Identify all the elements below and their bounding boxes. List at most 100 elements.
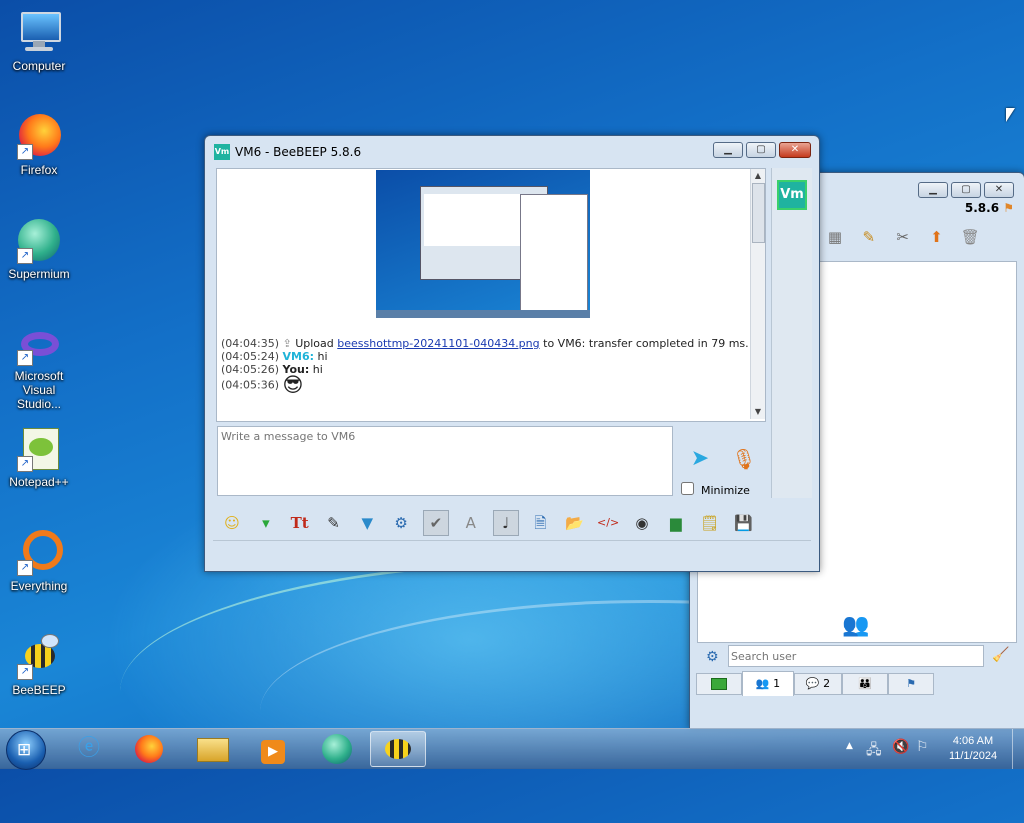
send-button[interactable]: ➤	[683, 444, 717, 474]
tray-volume-muted-icon[interactable]: 🔇	[892, 739, 909, 755]
users-tab-icon: 👥	[755, 677, 770, 690]
chat-maximize-button[interactable]: ▢	[746, 142, 776, 158]
tray-show-hidden-icon[interactable]: ▲	[846, 741, 853, 751]
tab-chats[interactable]: 💬 2	[794, 673, 842, 695]
desktop-icon-supermium[interactable]: ↗ Supermium	[0, 216, 78, 281]
message-upload: (04:04:35) ⇪ Upload beesshottmp-20241101…	[221, 337, 749, 350]
desktop-icon-computer[interactable]: Computer	[0, 8, 78, 73]
network-icon[interactable]: ▦	[823, 225, 847, 249]
main-toolbar: ▦ ✎ ✂ ⬆ 🗑	[820, 225, 1020, 255]
minimize-checkbox-label: Minimize	[701, 484, 750, 497]
taskbar-explorer[interactable]	[186, 731, 240, 767]
taskbar-internet-explorer[interactable]: ⓔ	[62, 731, 116, 767]
tab-groups[interactable]: 👪	[842, 673, 888, 695]
chat-minimize-button[interactable]: ▁	[713, 142, 743, 158]
upload-icon[interactable]: ⬆	[924, 225, 948, 249]
voice-message-button[interactable]: 🎙	[731, 444, 757, 474]
taskbar-beebeep[interactable]	[370, 731, 426, 767]
maximize-icon: ▢	[961, 184, 971, 195]
version-label: 5.8.6 ⚑	[964, 201, 1014, 215]
windows-logo-icon: ⊞	[17, 740, 32, 760]
taskbar-media-player[interactable]: ▶	[246, 731, 300, 767]
edit-profile-icon[interactable]: ✎	[857, 225, 881, 249]
scroll-down-icon[interactable]: ▼	[751, 405, 765, 419]
message-row: (04:05:36) 😎	[221, 372, 304, 397]
start-button[interactable]: ⊞	[6, 730, 46, 770]
tab-shares[interactable]: ⚑	[888, 673, 934, 695]
taskbar-firefox[interactable]	[122, 731, 176, 767]
screenshot-icon[interactable]: ◉	[630, 511, 654, 535]
desktop-icon-notepadpp[interactable]: ↗ Notepad++	[0, 424, 78, 489]
screenshot-thumbnail[interactable]	[376, 170, 590, 318]
trash-icon[interactable]: 🗑	[958, 225, 982, 249]
chat-window-icon: Vm	[214, 144, 230, 160]
minimize-checkbox[interactable]	[681, 482, 694, 495]
chats-tab-icon: 💬	[805, 677, 820, 690]
bee-icon: ↗	[15, 632, 63, 680]
sound-icon[interactable]: ♩	[492, 509, 519, 536]
message-area[interactable]: (04:04:35) ⇪ Upload beesshottmp-20241101…	[216, 168, 766, 422]
search-gear-icon[interactable]: ⚙	[706, 649, 719, 665]
desktop-icon-firefox[interactable]: ↗ Firefox	[0, 112, 78, 177]
tab-users[interactable]: 👥 1	[742, 671, 794, 696]
computer-icon	[15, 8, 63, 56]
scroll-thumb[interactable]	[752, 183, 765, 243]
font-icon[interactable]: Tt	[288, 511, 312, 535]
filter-icon[interactable]: ▼	[355, 511, 379, 535]
chat-tab-icon	[711, 678, 727, 690]
settings-icon[interactable]: ⚙	[389, 511, 413, 535]
chat-window[interactable]: Vm VM6 - BeeBEEP 5.8.6 ▁ ▢ ✕ (04:04:35) …	[204, 135, 820, 572]
scroll-up-icon[interactable]: ▲	[751, 169, 765, 183]
tools-icon[interactable]: ✂	[891, 225, 915, 249]
search-user-input[interactable]	[728, 645, 984, 667]
user-avatar[interactable]: Vm	[777, 180, 807, 210]
tray-network-icon[interactable]: 🖧	[866, 739, 882, 763]
autocomplete-icon[interactable]: A	[459, 511, 483, 535]
chat-toolbar: ☺ ▾ Tt ✎ ▼ ⚙ ✔ A ♩ 🗎 📂 </> ◉ ▆ 🗒 💾	[217, 506, 769, 538]
taskbar: ⊞ ⓔ ▶ ▲ 🖧 🔇 ⚐ 4:06 AM 11/1/2024	[0, 728, 1024, 770]
code-icon[interactable]: </>	[596, 511, 620, 535]
emoticon-menu-icon[interactable]: ▾	[254, 511, 278, 535]
tab-chat[interactable]	[696, 673, 742, 695]
spellcheck-icon[interactable]: ✔	[422, 509, 449, 536]
desktop-icon-visual-studio[interactable]: ↗ Microsoft Visual Studio...	[0, 326, 78, 411]
notes-icon[interactable]: 🗒	[698, 511, 722, 535]
message-scrollbar[interactable]: ▲ ▼	[750, 169, 765, 419]
picture-icon[interactable]: ▆	[664, 511, 688, 535]
show-desktop-button[interactable]	[1012, 729, 1024, 769]
desktop-icon-everything[interactable]: ↗ Everything	[0, 528, 78, 593]
visual-studio-icon: ↗	[15, 326, 63, 366]
main-tabs: 👥 1 💬 2 👪 ⚑	[696, 671, 1016, 696]
taskbar-supermium[interactable]	[310, 731, 364, 767]
tray-action-center-icon[interactable]: ⚐	[916, 739, 929, 755]
desktop-icon-beebeep[interactable]: ↗ BeeBEEP	[0, 632, 78, 697]
clock[interactable]: 4:06 AM 11/1/2024	[940, 734, 1006, 764]
send-folder-icon[interactable]: 📂	[562, 511, 586, 535]
clock-time: 4:06 AM	[952, 735, 994, 747]
windows-flag-icon: ⚑	[1003, 201, 1014, 215]
shortcut-arrow-icon: ↗	[17, 248, 33, 264]
maximize-button[interactable]: ▢	[951, 182, 981, 198]
participants-panel: Vm	[771, 168, 812, 498]
minimize-button[interactable]: ▁	[918, 182, 948, 198]
desktop-icon-label: Everything	[10, 579, 68, 593]
clear-search-icon[interactable]: 🧹	[992, 647, 1009, 663]
save-icon[interactable]: 💾	[731, 511, 755, 535]
desktop-icon-label: Supermium	[8, 267, 70, 281]
upload-file-link[interactable]: beesshottmp-20241101-040434.png	[337, 337, 539, 350]
media-player-icon: ▶	[261, 740, 285, 764]
shortcut-arrow-icon: ↗	[17, 664, 33, 680]
shortcut-arrow-icon: ↗	[17, 560, 33, 576]
close-icon: ✕	[790, 144, 800, 155]
send-file-icon[interactable]: 🗎	[528, 511, 552, 535]
status-bar	[213, 540, 811, 565]
emoticon-icon[interactable]: ☺	[220, 511, 244, 535]
message-row: (04:05:24) VM6: hi	[221, 350, 328, 363]
shortcut-arrow-icon: ↗	[17, 350, 33, 366]
message-input[interactable]	[217, 426, 673, 496]
thumb-taskbar	[376, 310, 590, 318]
close-button[interactable]: ✕	[984, 182, 1014, 198]
chat-close-button[interactable]: ✕	[779, 142, 811, 158]
color-icon[interactable]: ✎	[321, 511, 345, 535]
close-icon: ✕	[994, 184, 1004, 195]
